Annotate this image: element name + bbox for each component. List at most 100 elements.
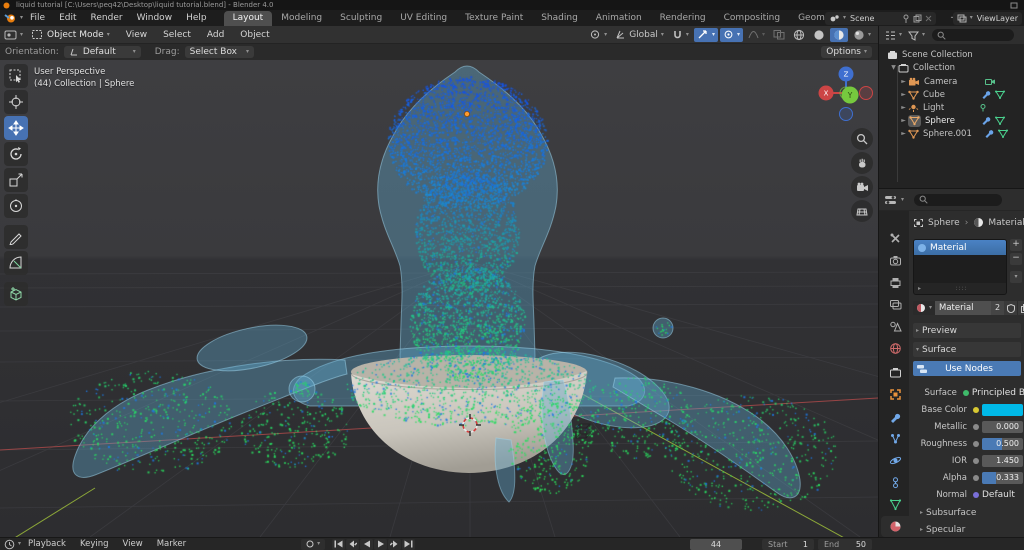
options-button[interactable]: Options ▾ <box>821 46 872 58</box>
prev-keyframe-button[interactable] <box>346 539 359 550</box>
modifier-wrench-icon[interactable] <box>984 129 994 138</box>
fake-user-shield-button[interactable] <box>1004 301 1017 315</box>
drag-dropdown[interactable]: Select Box ▾ <box>185 46 254 58</box>
transform-orientation-dropdown[interactable]: Global ▾ <box>612 28 667 42</box>
metallic-field[interactable]: Metallic 0.000 <box>879 419 1024 434</box>
pivot-point-button[interactable]: ▾ <box>586 28 610 42</box>
shading-solid-button[interactable] <box>810 28 828 42</box>
proportional-editing-button[interactable]: ▾ <box>720 28 743 42</box>
tab-tool[interactable] <box>881 228 909 249</box>
workspace-tab[interactable]: Sculpting <box>331 11 391 26</box>
timeline-menu-item[interactable]: Keying <box>73 539 116 549</box>
normal-field[interactable]: Normal Default <box>879 487 1024 502</box>
expand-arrow-icon[interactable]: ► <box>899 78 908 85</box>
tab-output[interactable] <box>881 272 909 293</box>
pin-icon[interactable] <box>902 14 910 23</box>
material-name-field[interactable]: Material <box>935 301 991 315</box>
menu-item[interactable]: File <box>23 10 52 26</box>
outliner-row-collection[interactable]: ▼ Collection <box>889 61 955 74</box>
tab-render[interactable] <box>881 250 909 271</box>
preview-panel-header[interactable]: ▸ Preview <box>913 323 1021 338</box>
snapping-button[interactable]: ▾ <box>669 28 692 42</box>
users-count-button[interactable]: 2 <box>991 301 1004 315</box>
ior-field[interactable]: IOR 1.450 <box>879 453 1024 468</box>
add-cube-tool[interactable] <box>4 282 28 306</box>
workspace-tab[interactable]: Texture Paint <box>456 11 532 26</box>
snap-target-button[interactable]: ▾ <box>694 28 718 42</box>
camera-data-icon[interactable] <box>985 77 996 86</box>
outliner-row-cube[interactable]: ► Cube <box>899 88 1005 101</box>
collapse-arrow-icon[interactable]: ▼ <box>889 64 898 71</box>
jump-to-end-button[interactable] <box>402 539 415 550</box>
specular-panel-header[interactable]: ▸ Specular <box>917 523 965 536</box>
current-frame-field[interactable]: 44 <box>690 539 742 550</box>
expand-arrow-icon[interactable]: ► <box>899 130 908 137</box>
alpha-field[interactable]: Alpha 0.333 <box>879 470 1024 485</box>
frame-end-field[interactable]: End 50 <box>818 539 872 550</box>
camera-view-button[interactable] <box>851 176 873 198</box>
material-slot-selected[interactable]: Material <box>914 240 1006 255</box>
cursor-tool[interactable] <box>4 90 28 114</box>
breadcrumb-data[interactable]: Material <box>988 218 1024 228</box>
window-controls-icon[interactable] <box>1010 2 1018 9</box>
breadcrumb-object[interactable]: Sphere <box>928 218 960 228</box>
expand-arrow-icon[interactable]: ► <box>899 104 908 111</box>
zoom-button[interactable] <box>851 128 873 150</box>
viewport-menu-item[interactable]: Select <box>155 30 199 40</box>
tab-view-layer[interactable] <box>881 294 909 315</box>
ior-slider[interactable]: 1.450 <box>982 455 1023 467</box>
axis-x-neg-handle[interactable] <box>860 87 873 100</box>
annotate-tool[interactable] <box>4 225 28 249</box>
workspace-tab[interactable]: Modeling <box>272 11 331 26</box>
orientation-dropdown[interactable]: Default ▾ <box>64 46 141 58</box>
outliner-row-light[interactable]: ► Light <box>899 101 988 114</box>
outliner-row-sphere[interactable]: ► Sphere <box>899 114 1005 127</box>
pan-button[interactable] <box>851 152 873 174</box>
tab-material[interactable] <box>881 516 909 537</box>
menu-item[interactable]: Render <box>84 10 130 26</box>
outliner-row-sphere001[interactable]: ► Sphere.001 <box>899 127 1008 140</box>
viewport-3d[interactable]: User Perspective (44) Collection | Spher… <box>0 60 878 537</box>
scene-selector[interactable]: ▾ Scene <box>825 12 936 25</box>
expand-arrow-icon[interactable]: ► <box>899 117 908 124</box>
workspace-tab[interactable]: Shading <box>532 11 587 26</box>
workspace-tab[interactable]: Rendering <box>651 11 715 26</box>
modifier-wrench-icon[interactable] <box>981 116 991 125</box>
viewport-menu-item[interactable]: Add <box>199 30 232 40</box>
play-reverse-button[interactable] <box>360 539 373 550</box>
new-scene-icon[interactable] <box>913 14 922 23</box>
axis-z-neg-handle[interactable] <box>840 108 853 121</box>
navigation-gizmo[interactable]: Z X Y <box>818 66 876 126</box>
timeline-menu-item[interactable]: Marker <box>150 539 193 549</box>
light-data-icon[interactable] <box>978 103 988 112</box>
subsurface-panel-header[interactable]: ▸ Subsurface <box>917 506 976 519</box>
orthographic-toggle-button[interactable] <box>851 200 873 222</box>
copy-material-button[interactable] <box>1018 301 1024 315</box>
browse-material-button[interactable]: ▾ <box>913 301 935 315</box>
rotate-tool[interactable] <box>4 142 28 166</box>
remove-slot-button[interactable]: − <box>1010 253 1022 265</box>
play-button[interactable] <box>374 539 387 550</box>
outliner-row-camera[interactable]: ► Camera <box>899 75 996 88</box>
roughness-slider[interactable]: 0.500 <box>982 438 1023 450</box>
blender-logo-icon[interactable] <box>4 12 17 24</box>
base-color-field[interactable]: Base Color <box>879 402 1024 417</box>
list-filter-arrow-icon[interactable]: ▸ <box>918 285 921 292</box>
jump-to-start-button[interactable] <box>332 539 345 550</box>
xray-toggle-button[interactable] <box>770 28 788 42</box>
surface-field[interactable]: Surface Principled B <box>879 385 1024 400</box>
material-slot-list[interactable]: Material ▸ :::: <box>913 239 1007 295</box>
outliner-search-input[interactable] <box>932 29 1014 41</box>
auto-keying-button[interactable]: ▾ <box>301 539 325 550</box>
outliner-display-mode-icon[interactable] <box>884 30 896 41</box>
shading-wireframe-button[interactable] <box>790 28 808 42</box>
mesh-data-icon[interactable] <box>998 129 1008 138</box>
viewport-menu-item[interactable]: View <box>118 30 155 40</box>
select-box-tool[interactable] <box>4 64 28 88</box>
filter-icon[interactable] <box>908 30 919 41</box>
properties-editor-icon[interactable] <box>884 194 898 206</box>
workspace-tab[interactable]: Compositing <box>715 11 789 26</box>
scale-tool[interactable] <box>4 168 28 192</box>
menu-item[interactable]: Window <box>130 10 180 26</box>
mesh-data-icon[interactable] <box>995 116 1005 125</box>
